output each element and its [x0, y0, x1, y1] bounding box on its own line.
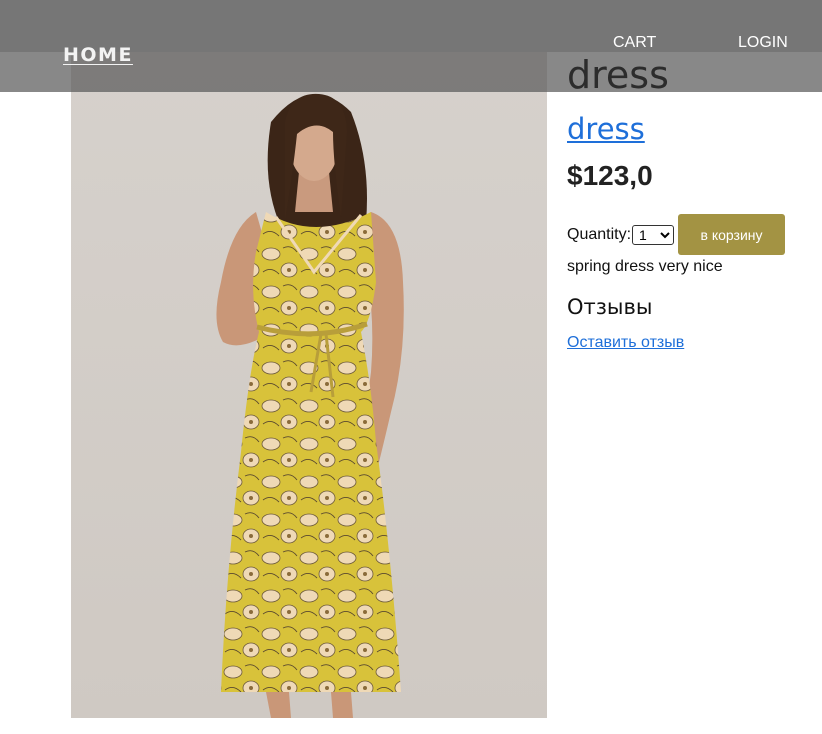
site-header: HOME CART LOGIN [0, 0, 822, 92]
product-image [71, 52, 547, 718]
nav-login-link[interactable]: LOGIN [738, 34, 788, 52]
add-to-cart-button[interactable]: в корзину [678, 214, 786, 255]
leave-review-link[interactable]: Оставить отзыв [567, 334, 684, 352]
quantity-select[interactable]: 1 [632, 224, 675, 245]
product-price: $123,0 [567, 160, 653, 191]
nav-cart-link[interactable]: CART [613, 34, 656, 52]
quantity-row: Quantity: 1 в корзину [567, 214, 786, 255]
product-title: dress [567, 53, 669, 97]
product-description: spring dress very nice [567, 258, 723, 275]
product-page: HOME CART LOGIN dress dress $123,0 Quant… [0, 0, 822, 734]
quantity-label: Quantity: [567, 225, 632, 243]
nav-home-link[interactable]: HOME [63, 44, 133, 66]
reviews-heading: Отзывы [567, 295, 653, 319]
product-title-link[interactable]: dress [567, 110, 645, 148]
